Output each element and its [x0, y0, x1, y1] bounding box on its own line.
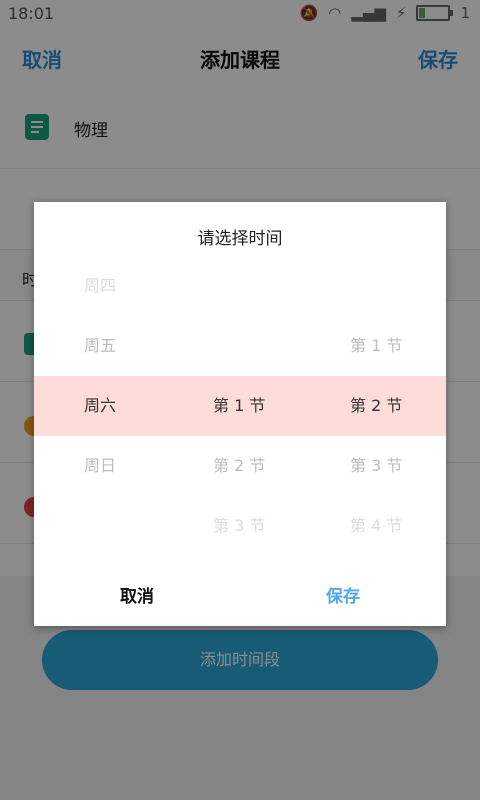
time-picker: 周四 周五 周六 周日 第 1 节 第 2 节 第 3 节 第 1 节 第 2 …	[34, 256, 446, 556]
start-period-wheel[interactable]: 第 1 节 第 2 节 第 3 节	[171, 256, 308, 556]
end-period-option-selected[interactable]: 第 2 节	[350, 376, 402, 436]
weekday-option-selected[interactable]: 周六	[84, 376, 116, 436]
end-period-wheel[interactable]: 第 1 节 第 2 节 第 3 节 第 4 节	[308, 256, 445, 556]
weekday-option[interactable]: 周日	[84, 436, 116, 496]
weekday-option[interactable]: 周五	[84, 316, 116, 376]
dialog-cancel-button[interactable]: 取消	[34, 582, 240, 607]
end-period-option[interactable]: 第 3 节	[350, 436, 402, 496]
dialog-save-button[interactable]: 保存	[240, 582, 446, 607]
weekday-wheel[interactable]: 周四 周五 周六 周日	[34, 256, 171, 556]
start-period-option[interactable]: 第 2 节	[213, 436, 265, 496]
dialog-title: 请选择时间	[197, 229, 283, 249]
start-period-option-selected[interactable]: 第 1 节	[213, 376, 265, 436]
time-picker-dialog: 请选择时间 周四 周五 周六 周日 第 1 节 第 2 节 第 3 节 第 1 …	[34, 202, 446, 626]
end-period-option[interactable]: 第 4 节	[350, 496, 402, 556]
start-period-option[interactable]: 第 3 节	[213, 496, 265, 556]
weekday-option[interactable]: 周四	[84, 256, 116, 316]
end-period-option[interactable]: 第 1 节	[350, 316, 402, 376]
